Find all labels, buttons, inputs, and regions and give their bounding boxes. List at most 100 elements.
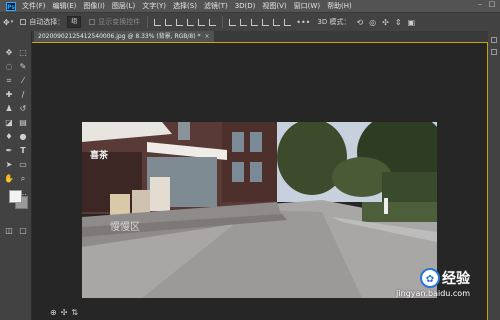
align-left-icon[interactable] (187, 18, 195, 26)
3d-pan-icon[interactable]: ✣ (61, 308, 68, 317)
window-controls: – □ (474, 0, 498, 8)
quick-mask-icon[interactable]: ◫ (3, 226, 15, 236)
move-tool-icon[interactable]: ✥ (3, 48, 15, 58)
path-select-tool-icon[interactable]: ➤ (3, 160, 15, 170)
auto-select-dropdown[interactable]: 组 (67, 16, 82, 28)
menu-image[interactable]: 图像(I) (83, 1, 105, 11)
type-tool-icon[interactable]: T (17, 146, 29, 156)
auto-select-label: 自动选择： (29, 18, 65, 26)
align-right-icon[interactable] (209, 18, 217, 26)
screen-mode-icon[interactable]: ▢ (17, 226, 29, 236)
shape-tool-icon[interactable]: ▭ (17, 160, 29, 170)
show-transform-label: 显示变换控件 (98, 18, 141, 26)
menu-type[interactable]: 文字(Y) (142, 1, 166, 11)
menu-filter[interactable]: 滤镜(T) (204, 1, 228, 11)
stamp-tool-icon[interactable]: ♟ (3, 104, 15, 114)
pen-tool-icon[interactable]: ✒ (3, 146, 15, 156)
distribute-center-icon[interactable] (273, 18, 281, 26)
separator (147, 16, 149, 28)
watermark-brand: 经验 (442, 271, 470, 287)
poster (110, 194, 130, 216)
pedestrian (384, 198, 388, 214)
document-tab-bar: 20200902125412540006.jpg @ 8.33% (背景, RG… (32, 31, 500, 42)
ground-lettering: 慢慢区 (110, 221, 140, 233)
shop-sign: 喜茶 (90, 149, 109, 161)
menu-select[interactable]: 选择(S) (173, 1, 197, 11)
3d-rotate-icon[interactable]: ⟲ (356, 18, 363, 27)
menu-window[interactable]: 窗口(W) (294, 1, 320, 11)
menu-layer[interactable]: 图层(L) (112, 1, 135, 11)
marquee-tool-icon[interactable]: ⬚ (17, 48, 29, 58)
auto-select-checkbox[interactable] (20, 19, 27, 25)
distribute-top-icon[interactable] (229, 18, 237, 26)
tools-panel: ✥ ⬚ ◌ ✎ ⌗ ⁄ ✚ ∕ ♟ ↺ ◪ ▤ ♦ ● ✒ T ➤ ▭ ✋ ⌕ … (0, 31, 32, 320)
chevron-down-icon[interactable]: ▾ (11, 19, 14, 25)
align-top-icon[interactable] (154, 18, 162, 26)
distribute-left-icon[interactable] (262, 18, 270, 26)
eraser-tool-icon[interactable]: ◪ (3, 118, 15, 128)
crop-tool-icon[interactable]: ⌗ (3, 76, 15, 86)
3d-dolly-icon[interactable]: ⇅ (71, 308, 78, 317)
distribute-bottom-icon[interactable] (251, 18, 259, 26)
3d-scale-icon[interactable]: ▣ (408, 18, 416, 27)
distribute-middle-icon[interactable] (240, 18, 248, 26)
3d-mode-label: 3D 模式： (317, 18, 351, 26)
align-center-icon[interactable] (198, 18, 206, 26)
photoshop-logo-icon: Ps (6, 1, 16, 11)
status-icons: ⊕ ✣ ⇅ (50, 308, 78, 317)
watermark: ✿ 经验 jingyan.baidu.com (396, 268, 470, 298)
gradient-tool-icon[interactable]: ▤ (17, 118, 29, 128)
move-tool-icon[interactable]: ✥ (3, 18, 10, 27)
foreground-color-swatch[interactable] (9, 190, 22, 203)
document-tab[interactable]: 20200902125412540006.jpg @ 8.33% (背景, RG… (34, 31, 214, 42)
more-options-icon[interactable]: ••• (296, 18, 310, 27)
separator (222, 16, 224, 28)
watermark-logo: ✿ 经验 (396, 268, 470, 288)
panel-dock (488, 31, 500, 320)
close-icon[interactable]: × (205, 33, 210, 40)
window (178, 122, 190, 140)
street-photo: 喜茶 慢慢区 (82, 122, 437, 298)
panel-icon[interactable] (491, 49, 497, 55)
3d-orbit-icon[interactable]: ⊕ (50, 308, 57, 317)
history-brush-tool-icon[interactable]: ↺ (17, 104, 29, 114)
document-image[interactable]: 喜茶 慢慢区 (82, 122, 437, 298)
lasso-tool-icon[interactable]: ◌ (3, 62, 15, 72)
3d-drag-icon[interactable]: ✣ (382, 18, 389, 27)
building-wing (222, 122, 277, 202)
align-middle-icon[interactable] (165, 18, 173, 26)
panel-icon[interactable] (491, 37, 497, 43)
healing-tool-icon[interactable]: ✚ (3, 90, 15, 100)
menu-view[interactable]: 视图(V) (262, 1, 286, 11)
baidu-paw-icon: ✿ (420, 268, 440, 288)
zoom-tool-icon[interactable]: ⌕ (17, 174, 29, 184)
menu-help[interactable]: 帮助(H) (327, 1, 352, 11)
window (232, 162, 244, 182)
blur-tool-icon[interactable]: ♦ (3, 132, 15, 142)
eyedropper-tool-icon[interactable]: ⁄ (17, 76, 29, 86)
poster (150, 177, 170, 211)
brush-tool-icon[interactable]: ∕ (17, 90, 29, 100)
dodge-tool-icon[interactable]: ● (17, 132, 29, 142)
watermark-url: jingyan.baidu.com (396, 289, 470, 298)
hand-tool-icon[interactable]: ✋ (3, 174, 15, 184)
options-bar: ✥ ▾ 自动选择： 组 显示变换控件 ••• 3D 模式： ⟲ ◎ ✣ ⇕ ▣ (0, 12, 500, 32)
window (250, 162, 262, 182)
3d-slide-icon[interactable]: ⇕ (395, 18, 402, 27)
hedge (362, 202, 437, 222)
menu-bar: Ps 文件(F) 编辑(E) 图像(I) 图层(L) 文字(Y) 选择(S) 滤… (0, 0, 500, 12)
window (232, 132, 244, 152)
document-tab-title: 20200902125412540006.jpg @ 8.33% (背景, RG… (38, 33, 201, 40)
3d-roll-icon[interactable]: ◎ (369, 18, 376, 27)
distribute-right-icon[interactable] (284, 18, 292, 26)
poster (132, 190, 150, 214)
align-bottom-icon[interactable] (176, 18, 184, 26)
minimize-button[interactable]: – (474, 0, 486, 8)
show-transform-checkbox[interactable] (89, 19, 96, 25)
menu-file[interactable]: 文件(F) (22, 1, 46, 11)
maximize-button[interactable]: □ (486, 0, 498, 8)
menu-edit[interactable]: 编辑(E) (53, 1, 77, 11)
window (250, 132, 262, 152)
quick-select-tool-icon[interactable]: ✎ (17, 62, 29, 72)
menu-3d[interactable]: 3D(D) (235, 2, 256, 10)
